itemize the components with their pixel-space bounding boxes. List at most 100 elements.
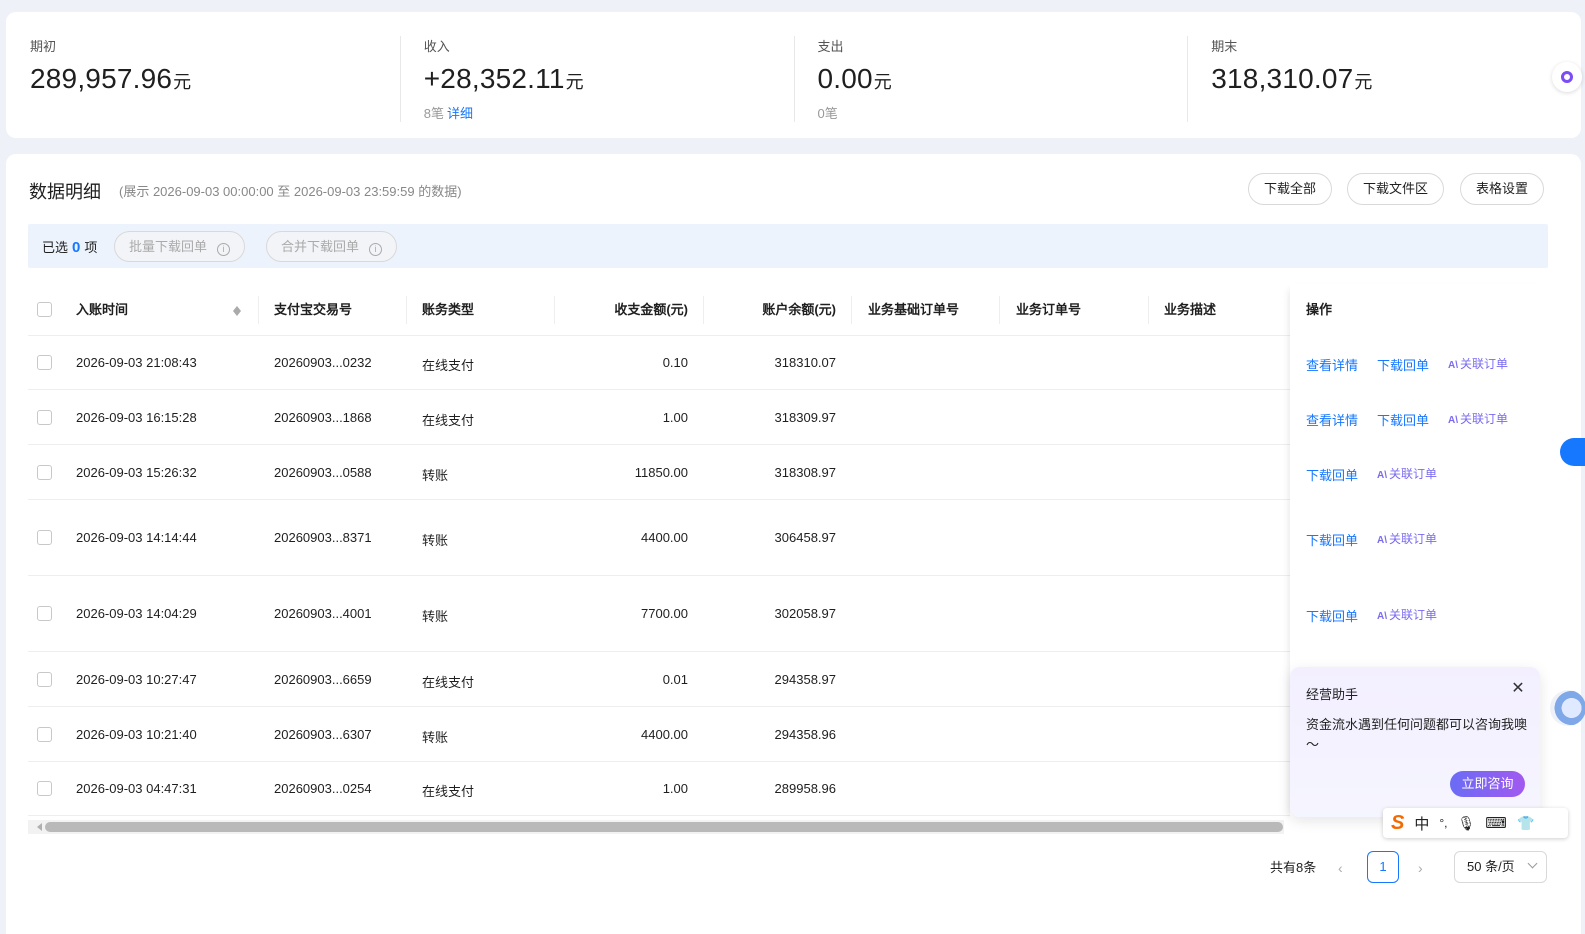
- selection-count: 已选 0 项: [42, 237, 97, 256]
- selection-number: 0: [72, 239, 81, 256]
- cell-balance: 294358.96: [774, 727, 836, 742]
- keyboard-icon[interactable]: ⌨: [1485, 814, 1507, 832]
- col-divider: [258, 296, 259, 324]
- stat-value: 0.00元: [818, 63, 1188, 95]
- assistant-title: 经营助手: [1306, 687, 1359, 702]
- link-order-link[interactable]: A\ 关联订单: [1448, 355, 1508, 372]
- skin-icon[interactable]: 👕: [1517, 815, 1534, 832]
- consult-now-button[interactable]: 立即咨询: [1450, 771, 1525, 797]
- col-header-time[interactable]: 入账时间: [76, 284, 128, 336]
- floating-app-icon[interactable]: [1552, 62, 1582, 92]
- col-divider: [999, 296, 1000, 324]
- batch-download-button[interactable]: 批量下载回单 i: [114, 231, 246, 262]
- merge-download-label: 合并下载回单: [281, 239, 360, 254]
- row-checkbox[interactable]: [37, 465, 52, 480]
- cell-time: 2026-09-03 10:21:40: [76, 727, 197, 742]
- batch-download-label: 批量下载回单: [129, 239, 208, 254]
- scroll-left-arrow[interactable]: [33, 823, 42, 831]
- robot-mascot-icon[interactable]: [1550, 690, 1585, 726]
- page-size-select[interactable]: 50 条/页: [1454, 851, 1547, 883]
- stat-opening: 期初 289,957.96元: [6, 12, 400, 138]
- download-receipt-link[interactable]: 下载回单: [1377, 355, 1429, 374]
- stat-count: 0笔: [818, 103, 1188, 122]
- link-order-link[interactable]: A\ 关联订单: [1377, 465, 1437, 482]
- link-order-link[interactable]: A\ 关联订单: [1448, 410, 1508, 427]
- cell-trade-no: 20260903...6659: [274, 672, 372, 687]
- cell-trade-no: 20260903...1868: [274, 410, 372, 425]
- cell-balance: 306458.97: [774, 530, 836, 545]
- next-page-icon[interactable]: ›: [1418, 860, 1423, 876]
- col-header-type: 账务类型: [422, 302, 475, 317]
- col-header-trade-no: 支付宝交易号: [274, 302, 353, 317]
- stat-income: 收入 +28,352.11元 8笔 详细: [399, 12, 794, 138]
- scrollbar-thumb[interactable]: [45, 822, 1283, 832]
- merge-download-button[interactable]: 合并下载回单 i: [266, 231, 398, 262]
- download-receipt-link[interactable]: 下载回单: [1306, 465, 1358, 484]
- download-folder-button[interactable]: 下载文件区: [1347, 173, 1445, 205]
- stat-value: 289,957.96元: [30, 63, 400, 95]
- cell-time: 2026-09-03 16:15:28: [76, 410, 197, 425]
- cell-time: 2026-09-03 15:26:32: [76, 465, 197, 480]
- cell-trade-no: 20260903...0588: [274, 465, 372, 480]
- row-checkbox[interactable]: [37, 727, 52, 742]
- stat-label: 支出: [817, 39, 844, 54]
- col-divider: [406, 296, 407, 324]
- cell-balance: 294358.97: [774, 672, 836, 687]
- select-all-checkbox[interactable]: [37, 302, 52, 317]
- cell-trade-no: 20260903...4001: [274, 606, 372, 621]
- row-checkbox[interactable]: [37, 606, 52, 621]
- ime-toolbar: S 中 °, 🎙 ⌨ 👕: [1383, 808, 1568, 838]
- ai-icon: A\: [1448, 415, 1458, 426]
- row-checkbox[interactable]: [37, 530, 52, 545]
- summary-card: 期初 289,957.96元 收入 +28,352.11元 8笔 详细 支出 0.…: [6, 12, 1581, 138]
- view-detail-link[interactable]: 查看详情: [1306, 355, 1358, 374]
- link-order-link[interactable]: A\ 关联订单: [1377, 530, 1437, 547]
- cell-time: 2026-09-03 10:27:47: [76, 672, 197, 687]
- sort-icon[interactable]: [232, 302, 242, 318]
- floating-chat-icon[interactable]: [1560, 438, 1585, 466]
- prev-page-icon[interactable]: ‹: [1338, 860, 1343, 876]
- col-divider: [1148, 296, 1149, 324]
- ime-mode-toggle[interactable]: 中: [1414, 813, 1429, 834]
- microphone-icon[interactable]: 🎙: [1458, 815, 1476, 832]
- page-1-button[interactable]: 1: [1367, 851, 1399, 883]
- close-icon[interactable]: ✕: [1510, 681, 1526, 697]
- table-settings-button[interactable]: 表格设置: [1460, 173, 1545, 205]
- row-checkbox[interactable]: [37, 672, 52, 687]
- download-receipt-link[interactable]: 下载回单: [1306, 606, 1358, 625]
- stat-value: 318,310.07元: [1211, 63, 1581, 95]
- cell-time: 2026-09-03 14:04:29: [76, 606, 197, 621]
- col-header-actions: 操作: [1306, 302, 1333, 317]
- cell-balance: 302058.97: [774, 606, 836, 621]
- sogou-logo-icon[interactable]: S: [1391, 812, 1404, 835]
- stat-closing: 期末 318,310.07元: [1187, 12, 1581, 138]
- col-header-base-order: 业务基础订单号: [868, 302, 960, 317]
- assistant-popup: 经营助手 ✕ 资金流水遇到任何问题都可以咨询我噢～ 立即咨询: [1290, 667, 1540, 817]
- stat-expense: 支出 0.00元 0笔: [793, 12, 1188, 138]
- cell-amount: 1.00: [662, 410, 688, 425]
- income-detail-link[interactable]: 详细: [447, 106, 473, 121]
- download-all-button[interactable]: 下载全部: [1248, 173, 1333, 205]
- view-detail-link[interactable]: 查看详情: [1306, 410, 1358, 429]
- cell-type: 转账: [422, 730, 449, 745]
- row-checkbox[interactable]: [37, 410, 52, 425]
- link-order-link[interactable]: A\ 关联订单: [1377, 606, 1437, 623]
- selection-suffix: 项: [84, 240, 98, 255]
- cell-type: 转账: [422, 468, 449, 483]
- stat-unit: 元: [873, 72, 892, 92]
- cell-type: 在线支付: [422, 413, 475, 428]
- punctuation-icon[interactable]: °,: [1439, 816, 1447, 830]
- cell-type: 转账: [422, 609, 449, 624]
- row-checkbox[interactable]: [37, 781, 52, 796]
- download-receipt-link[interactable]: 下载回单: [1306, 530, 1358, 549]
- download-receipt-link[interactable]: 下载回单: [1377, 410, 1429, 429]
- row-checkbox[interactable]: [37, 355, 52, 370]
- link-order-label: 关联订单: [1460, 357, 1509, 371]
- cell-trade-no: 20260903...0254: [274, 781, 372, 796]
- cell-type: 在线支付: [422, 784, 475, 799]
- horizontal-scrollbar[interactable]: [28, 820, 1284, 834]
- cell-amount: 11850.00: [634, 465, 688, 480]
- cell-amount: 4400.00: [641, 727, 688, 742]
- cell-amount: 0.10: [662, 355, 688, 370]
- col-header-balance: 账户余额(元): [762, 302, 836, 317]
